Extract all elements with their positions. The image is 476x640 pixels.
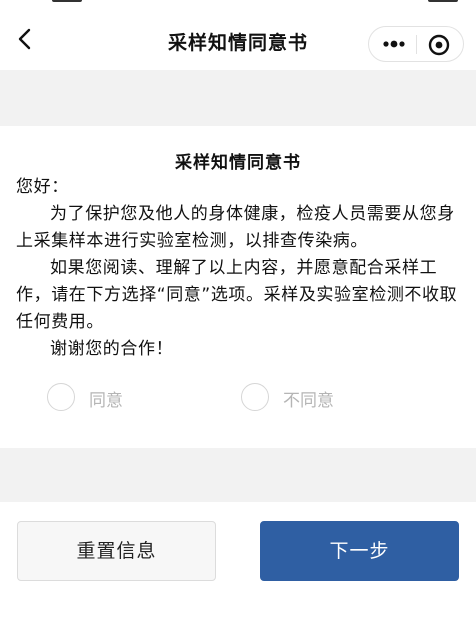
disagree-option[interactable]: 不同意 <box>241 381 351 413</box>
battery-icon <box>428 0 458 2</box>
more-dots-icon[interactable] <box>381 34 407 54</box>
navigation-bar: 采样知情同意书 <box>0 8 476 70</box>
disagree-label: 不同意 <box>283 391 334 411</box>
spacer-band-bottom <box>0 448 476 502</box>
thanks-text: 谢谢您的合作！ <box>50 339 174 359</box>
status-indicator <box>52 0 82 2</box>
mini-program-capsule <box>368 26 464 62</box>
paragraph-instructions: 如果您阅读、理解了以上内容，并愿意配合采样工作，请在下方选择“同意”选项。采样及… <box>16 258 458 332</box>
document-title: 采样知情同意书 <box>175 153 301 173</box>
greeting-text: 您好： <box>16 177 69 197</box>
document-body: 您好： 为了保护您及他人的身体健康，检疫人员需要从您身上采集样本进行实验室检测，… <box>16 174 462 363</box>
agree-option[interactable]: 同意 <box>47 381 137 413</box>
paragraph-purpose: 为了保护您及他人的身体健康，检疫人员需要从您身上采集样本进行实验室检测，以排查传… <box>16 204 455 251</box>
disagree-radio[interactable] <box>241 383 269 411</box>
consent-page: 采样知情同意书 采样知情同意书 您好： 为了保护您及他人的身体健康，检疫人员需要… <box>0 0 476 640</box>
spacer-band <box>0 70 476 126</box>
reset-button[interactable]: 重置信息 <box>17 521 216 581</box>
agree-label: 同意 <box>89 391 123 411</box>
next-step-button[interactable]: 下一步 <box>260 521 459 581</box>
agree-radio[interactable] <box>47 383 75 411</box>
capsule-divider <box>416 35 417 54</box>
target-circle-icon[interactable] <box>427 33 451 57</box>
status-bar <box>0 0 476 8</box>
consent-card: 采样知情同意书 您好： 为了保护您及他人的身体健康，检疫人员需要从您身上采集样本… <box>0 126 476 448</box>
